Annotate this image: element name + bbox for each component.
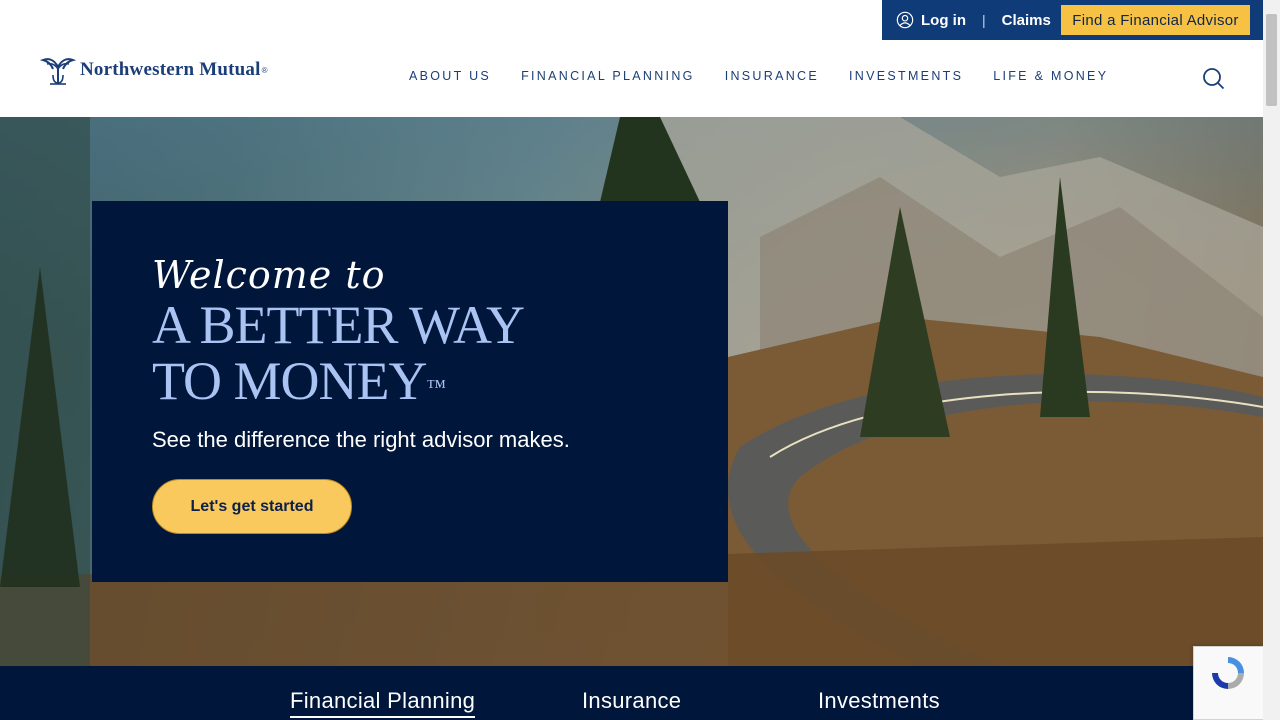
get-started-button[interactable]: Let's get started — [152, 479, 352, 534]
logo[interactable]: Northwestern Mutual ® — [40, 55, 268, 85]
hero-headline-line2: TO MONEY — [152, 351, 427, 411]
scrollbar-thumb[interactable] — [1266, 14, 1277, 106]
user-icon — [896, 11, 914, 29]
nav-insurance[interactable]: INSURANCE — [725, 69, 819, 83]
tab-investments[interactable]: Investments — [818, 688, 940, 714]
find-advisor-button[interactable]: Find a Financial Advisor — [1061, 5, 1250, 35]
main-nav: ABOUT US FINANCIAL PLANNING INSURANCE IN… — [409, 69, 1138, 83]
hero-card: Welcome to A BETTER WAY TO MONEY™ See th… — [92, 201, 728, 582]
topic-tabs: Financial Planning Insurance Investments — [0, 666, 1263, 720]
recaptcha-badge[interactable] — [1193, 646, 1263, 720]
login-label: Log in — [921, 11, 966, 29]
recaptcha-icon — [1212, 657, 1244, 689]
utility-bar: Log in | Claims Find a Financial Advisor — [882, 0, 1263, 40]
tab-financial-planning[interactable]: Financial Planning — [290, 688, 476, 718]
hero-headline: A BETTER WAY TO MONEY™ — [152, 297, 728, 409]
nav-about-us[interactable]: ABOUT US — [409, 69, 491, 83]
logo-mark-icon — [40, 58, 76, 85]
logo-text: Northwestern Mutual — [80, 59, 261, 80]
hero-headline-line1: A BETTER WAY — [152, 295, 525, 355]
tab-insurance[interactable]: Insurance — [582, 688, 681, 714]
logo-registered-mark: ® — [261, 65, 268, 75]
nav-financial-planning[interactable]: FINANCIAL PLANNING — [521, 69, 695, 83]
login-link[interactable]: Log in — [896, 11, 966, 29]
search-icon[interactable] — [1201, 66, 1225, 90]
hero-subhead: See the difference the right advisor mak… — [152, 427, 570, 452]
utility-separator: | — [982, 12, 986, 28]
page-scrollbar[interactable] — [1263, 0, 1280, 720]
hero-headline-line2-wrap: TO MONEY™ — [152, 353, 728, 409]
hero-welcome: Welcome to — [152, 253, 386, 297]
nav-life-and-money[interactable]: LIFE & MONEY — [993, 69, 1108, 83]
hero-banner: Welcome to A BETTER WAY TO MONEY™ See th… — [0, 117, 1263, 666]
trademark-symbol: ™ — [426, 376, 447, 398]
nav-investments[interactable]: INVESTMENTS — [849, 69, 963, 83]
claims-link[interactable]: Claims — [1002, 12, 1051, 29]
